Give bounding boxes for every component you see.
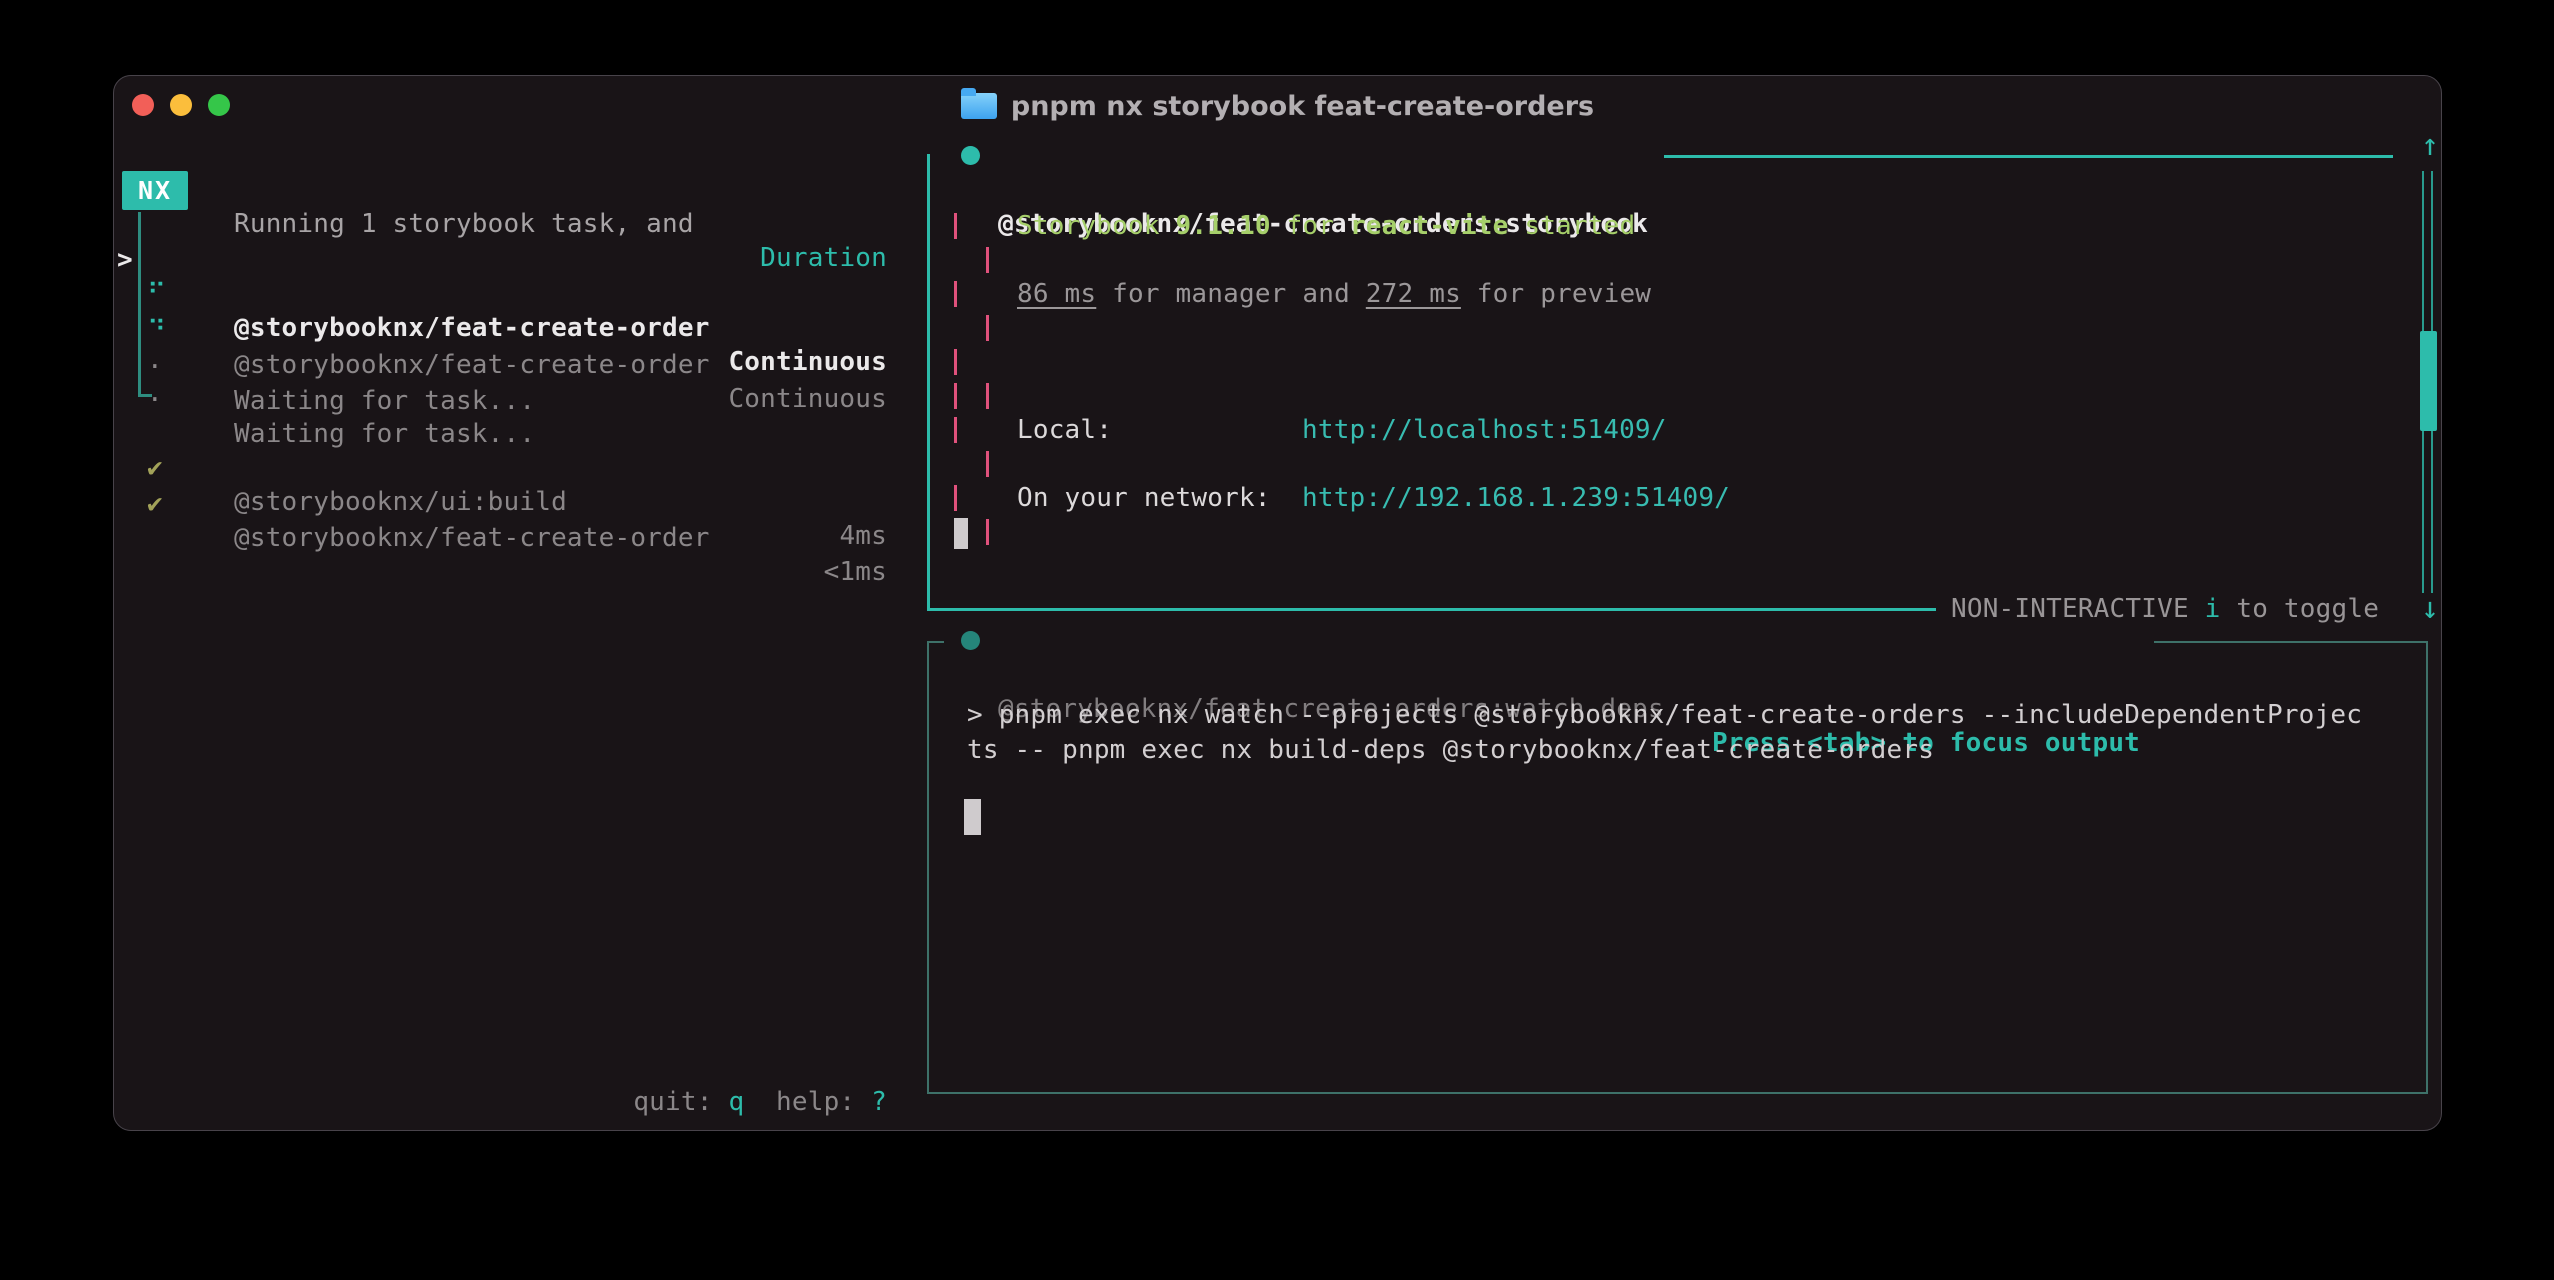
output-line-network: On your network: http://192.168.1.239:51… xyxy=(954,481,2404,515)
keybinding-hints: quit: q help: ? xyxy=(234,1085,887,1119)
running-tasks-label: Running 1 storybook task, and xyxy=(234,207,694,241)
task-name: Waiting for task... xyxy=(234,384,535,418)
task-row-watch-deps[interactable]: ⠙ @storybooknx/feat-create-order Continu… xyxy=(114,280,894,314)
manager-time: 86 ms xyxy=(1017,279,1096,309)
network-url-link[interactable]: http://192.168.1.239:51409/ xyxy=(1302,481,1730,515)
task-row-ui-build[interactable]: ✔ @storybooknx/ui:build 4ms xyxy=(114,417,894,451)
noninteractive-hint: NON-INTERACTIVE i to toggle xyxy=(1951,592,2379,626)
folder-icon xyxy=(961,93,997,119)
output-line-blank xyxy=(954,311,2404,345)
help-label: help: xyxy=(776,1087,871,1117)
storybook-pane-header[interactable]: @storybooknx/feat-create-orders:storyboo… xyxy=(114,139,209,173)
terminal-cursor xyxy=(954,518,968,549)
network-label: On your network: xyxy=(1017,481,1271,515)
output-line-blank xyxy=(954,379,2404,413)
command-line-1: > pnpm exec nx watch --projects @storybo… xyxy=(967,698,2362,732)
pane-header-rule xyxy=(1664,155,2393,158)
pipe-bar xyxy=(954,213,957,239)
task-name: @storybooknx/ui:build xyxy=(234,485,567,519)
task-status-dot xyxy=(961,146,980,165)
preview-time: 272 ms xyxy=(1366,279,1461,309)
storybook-framework: react-vite xyxy=(1350,211,1509,241)
output-line-timing: 86 ms for manager and 272 ms for preview xyxy=(954,277,2404,311)
terminal-window: pnpm nx storybook feat-create-orders NX … xyxy=(113,75,2442,1131)
task-row-feat-done[interactable]: ✔ @storybooknx/feat-create-order <1ms xyxy=(114,453,894,487)
scroll-down-arrow-icon[interactable]: ↓ xyxy=(2410,592,2450,626)
pipe-bar xyxy=(986,315,989,341)
task-name: @storybooknx/feat-create-order xyxy=(234,521,710,555)
titlebar: pnpm nx storybook feat-create-orders xyxy=(114,76,2441,132)
watch-deps-pane-header[interactable]: @storybooknx/feat-create-orders:watch-de… xyxy=(944,624,2154,658)
command-line-2: ts -- pnpm exec nx build-deps @storybook… xyxy=(967,733,1934,767)
task-duration: <1ms xyxy=(234,555,887,589)
pipe-bar xyxy=(954,383,957,409)
pipe-bar xyxy=(986,451,989,477)
check-icon: ✔ xyxy=(147,487,163,521)
window-title: pnpm nx storybook feat-create-orders xyxy=(1011,91,1594,122)
local-label: Local: xyxy=(1017,413,1112,447)
quit-key: q xyxy=(728,1087,744,1117)
output-line-blank xyxy=(954,345,2404,379)
output-line-cursor xyxy=(954,515,2404,549)
local-url-link[interactable]: http://localhost:51409/ xyxy=(1302,413,1667,447)
task-row-waiting-1[interactable]: · Waiting for task... xyxy=(114,316,894,350)
output-line-blank xyxy=(954,447,2404,481)
task-row-storybook[interactable]: ⠋ @storybooknx/feat-create-order Continu… xyxy=(114,243,894,277)
pending-dot-icon: · xyxy=(147,383,163,417)
output-line-blank xyxy=(954,243,2404,277)
scroll-up-arrow-icon[interactable]: ↑ xyxy=(2410,129,2450,163)
output-line-started: Storybook 9.1.10 for react-vite started xyxy=(954,209,2404,243)
task-status-dot xyxy=(961,631,980,650)
task-row-waiting-2[interactable]: · Waiting for task... xyxy=(114,349,894,383)
pane-border-bottom xyxy=(927,608,1936,611)
terminal-cursor xyxy=(964,799,981,835)
pipe-bar xyxy=(954,349,957,375)
pipe-bar xyxy=(986,247,989,273)
pipe-bar xyxy=(954,417,957,443)
pipe-bar xyxy=(954,485,957,511)
pipe-bar xyxy=(986,519,989,545)
pane-border-left xyxy=(927,154,930,611)
storybook-version: 9.1.10 xyxy=(1176,211,1271,241)
scrollbar-thumb[interactable] xyxy=(2420,331,2437,431)
sidebar-header: Running 1 storybook task, and Duration xyxy=(114,173,894,207)
output-line-local: Local: http://localhost:51409/ xyxy=(954,413,2404,447)
mode-label: NON-INTERACTIVE xyxy=(1951,594,2205,624)
toggle-key: i xyxy=(2205,594,2221,624)
pipe-bar xyxy=(954,281,957,307)
quit-label: quit: xyxy=(633,1087,728,1117)
pipe-bar xyxy=(986,383,989,409)
help-key: ? xyxy=(871,1087,887,1117)
